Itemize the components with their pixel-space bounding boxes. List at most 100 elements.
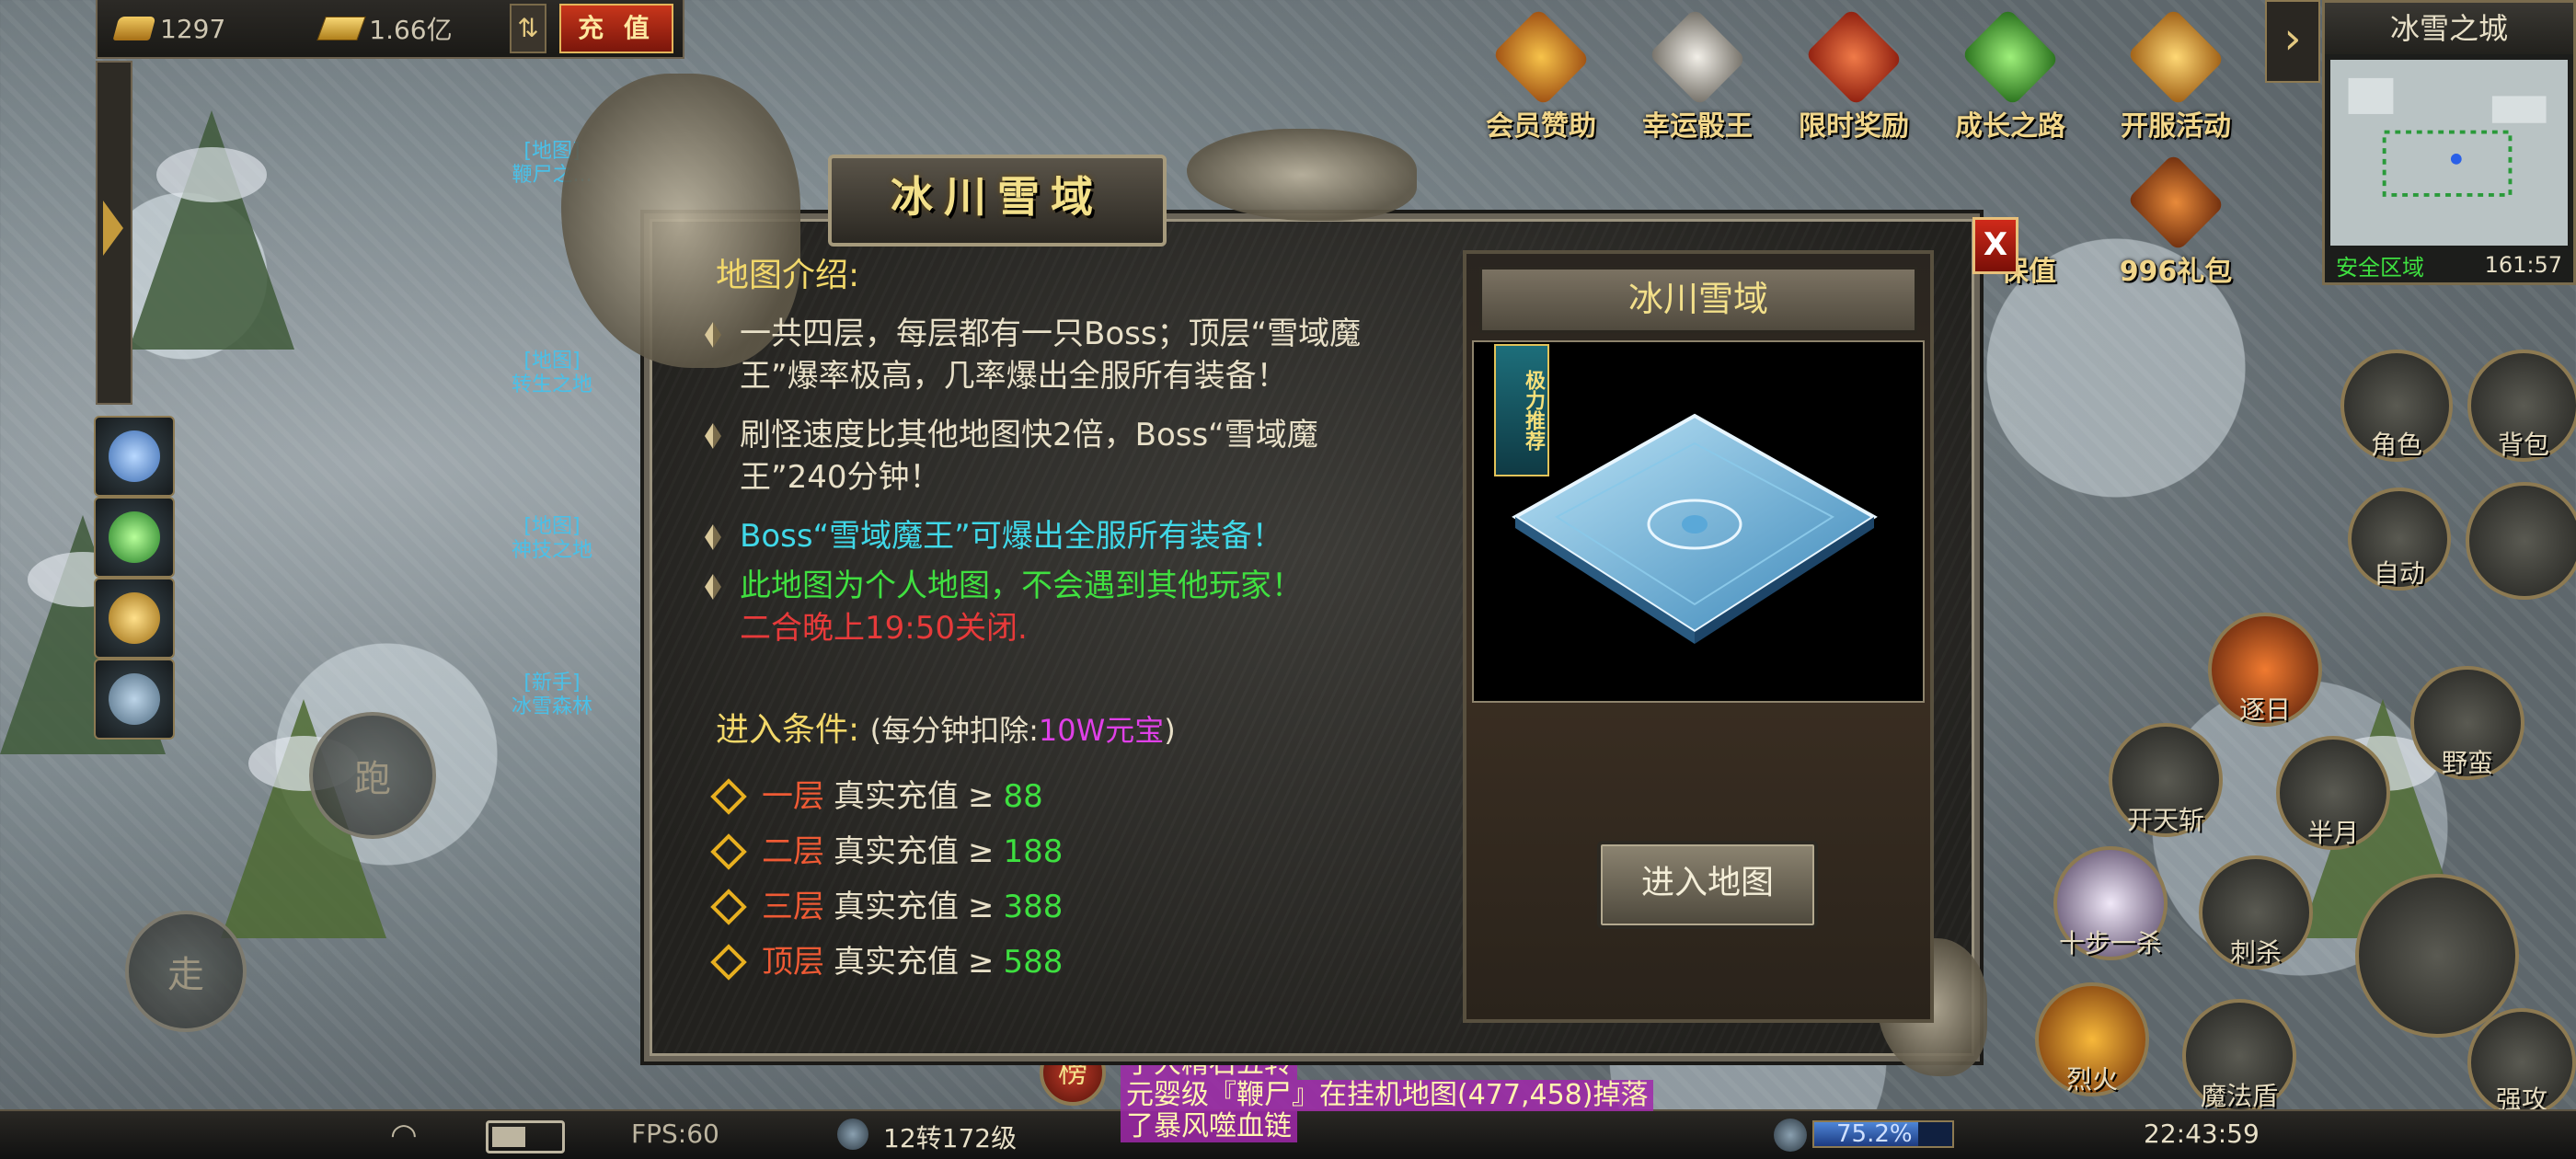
diamond-icon (705, 322, 721, 348)
condition-value: 388 (1003, 889, 1064, 925)
diamond-icon (705, 423, 721, 449)
skill-label: 烈火 (2065, 1064, 2118, 1095)
skill-button[interactable]: 开天斩 (2109, 723, 2223, 837)
enter-map-button[interactable]: 进入地图 (1597, 841, 1818, 929)
character-button[interactable]: 角色 (2340, 350, 2453, 462)
skill-button[interactable]: 烈火 (2035, 982, 2149, 1096)
vip-sponsor-button[interactable]: 会员赞助 (1472, 7, 1610, 143)
minimap-footer: 安全区域 161:57 (2325, 247, 2573, 282)
skill-button[interactable]: 十步一杀 (2053, 846, 2168, 960)
green-arrow-icon (1961, 7, 2060, 107)
player-coords: 161:57 (2484, 252, 2562, 278)
conditions-note-end: ) (1164, 713, 1176, 748)
skill-label: 魔法盾 (2200, 1081, 2278, 1111)
gift-box-icon (1804, 7, 1903, 107)
ice-arena-illustration (1512, 413, 1878, 644)
skill-button[interactable]: 魔法盾 (2182, 999, 2296, 1113)
dragon-gift-icon (2126, 153, 2225, 252)
vip-chevron-icon (1491, 7, 1591, 107)
intro-bullet: 刷怪速度比其他地图快2倍，Boss“雪域魔王”240分钟！ (699, 414, 1417, 499)
icon-label: 限时奖励 (1799, 110, 1909, 143)
skill-button[interactable]: 半月 (2276, 736, 2390, 850)
diamond-icon (710, 778, 747, 815)
system-chat: 了大精石五转 元婴级『鞭尸』在挂机地图(477,458)掉落 了暴风噬血链 (1121, 1049, 1673, 1142)
safe-zone-label: 安全区域 (2336, 254, 2424, 281)
skill-label: 刺杀 (2229, 937, 2282, 968)
compass-button[interactable] (2466, 482, 2576, 600)
quick-slot-green-orb[interactable] (94, 497, 175, 578)
floor-label: 二层 (762, 833, 824, 870)
npc-name: 转生之地 (511, 373, 592, 396)
skill-label: 十步一杀 (2058, 928, 2162, 958)
map-preview-panel: 冰川雪域 极力推荐 进入地图 (1463, 250, 1934, 1023)
gold-bar-icon (316, 17, 366, 40)
floor-label: 顶层 (762, 944, 824, 981)
icon-label: 996礼包 (2119, 256, 2233, 288)
limited-reward-button[interactable]: 限时奖励 (1785, 7, 1923, 143)
shield-icon (109, 592, 160, 644)
condition-label: 真实充值 (834, 944, 959, 981)
skill-button[interactable]: 逐日 (2208, 613, 2322, 727)
server-event-button[interactable]: 开服活动 (2107, 7, 2245, 143)
currency-bar: 1297 1.66亿 ⇅ 充 值 (96, 0, 684, 59)
recharge-button[interactable]: 充 值 (559, 4, 673, 53)
npc-teleport-label[interactable]: [地图] 神技之地 (497, 515, 607, 563)
gold-bar-value: 1.66亿 (369, 15, 453, 45)
button-label: 自动 (2373, 558, 2425, 589)
intro-bullet: Boss“雪域魔王”可爆出全服所有装备！ (699, 515, 1417, 557)
throne-icon (2126, 7, 2225, 107)
intro-bullet: 此地图为个人地图，不会遇到其他玩家！ 二合晚上19:50关闭. (699, 565, 1417, 649)
player-level: 12转172级 (883, 1123, 1018, 1153)
chat-line: 了暴风噬血链 (1121, 1111, 1297, 1142)
condition-row: 顶层 真实充值 ≥ 588 (710, 935, 1063, 990)
skill-button[interactable]: 强攻 (2467, 1008, 2576, 1117)
conditions-note: (每分钟扣除: (869, 713, 1039, 748)
npc-teleport-label[interactable]: [地图] 转生之地 (497, 350, 607, 397)
fps-counter: FPS:60 (631, 1119, 719, 1149)
map-name-plate: 冰川雪域 (1479, 267, 1917, 333)
floor-label: 三层 (762, 889, 824, 925)
bullet-text: 一共四层，每层都有一只Boss；顶层“雪域魔王”爆率极高，几率爆出全服所有装备！ (740, 316, 1362, 395)
gold-bar-counter: 1.66亿 (316, 10, 453, 47)
icon-label: 会员赞助 (1486, 110, 1596, 143)
stone-icon (109, 673, 160, 725)
skill-button[interactable]: 刺杀 (2199, 855, 2313, 970)
walk-button[interactable]: 走 (125, 911, 247, 1032)
button-label: 角色 (2370, 430, 2422, 460)
intro-list: 一共四层，每层都有一只Boss；顶层“雪域魔王”爆率极高，几率爆出全服所有装备！… (699, 313, 1417, 666)
level-icon (837, 1119, 868, 1150)
recommend-badge: 极力推荐 (1494, 344, 1549, 476)
attack-button[interactable] (2355, 874, 2519, 1038)
quick-slot-ice-crystal[interactable] (94, 416, 175, 497)
gift-996-button[interactable]: 996礼包 (2107, 153, 2245, 288)
diamond-icon (710, 833, 747, 870)
exp-icon (1774, 1119, 1807, 1152)
conditions-heading: 进入条件: (每分钟扣除:10W元宝) (716, 703, 1176, 751)
close-button[interactable]: X (1972, 217, 2018, 274)
bullet-text: 刷怪速度比其他地图快2倍，Boss“雪域魔王”240分钟！ (740, 417, 1318, 496)
bag-button[interactable]: 背包 (2467, 350, 2576, 462)
swap-currency-button[interactable]: ⇅ (510, 4, 546, 53)
npc-name: 冰雪森林 (511, 695, 592, 718)
quick-slot-stone[interactable] (94, 659, 175, 740)
minimap-view[interactable] (2330, 60, 2568, 246)
side-panel-toggle[interactable] (96, 61, 132, 405)
floor-label: 一层 (762, 778, 824, 815)
skill-button[interactable]: 野蛮 (2410, 666, 2524, 780)
auto-battle-button[interactable]: 自动 (2348, 488, 2451, 591)
growth-path-button[interactable]: 成长之路 (1941, 7, 2079, 143)
npc-teleport-label[interactable]: [新手] 冰雪森林 (497, 671, 607, 719)
quick-slot-shield[interactable] (94, 578, 175, 659)
condition-label: 真实充值 (834, 778, 959, 815)
lucky-dice-button[interactable]: 幸运骰王 (1628, 7, 1766, 143)
diamond-icon (710, 889, 747, 925)
npc-name: 神技之地 (511, 539, 592, 562)
dialog-title: 冰川雪域 (828, 155, 1167, 247)
expand-icons-button[interactable]: › (2265, 0, 2320, 83)
ice-crystal-icon (109, 430, 160, 482)
npc-tag: [地图] (523, 350, 581, 373)
run-button[interactable]: 跑 (309, 712, 436, 839)
chat-line: 元婴级『鞭尸』在挂机地图(477,458)掉落 (1121, 1080, 1654, 1111)
skill-label: 野蛮 (2441, 748, 2493, 778)
minimap[interactable]: 冰雪之城 安全区域 161:57 (2322, 0, 2576, 285)
